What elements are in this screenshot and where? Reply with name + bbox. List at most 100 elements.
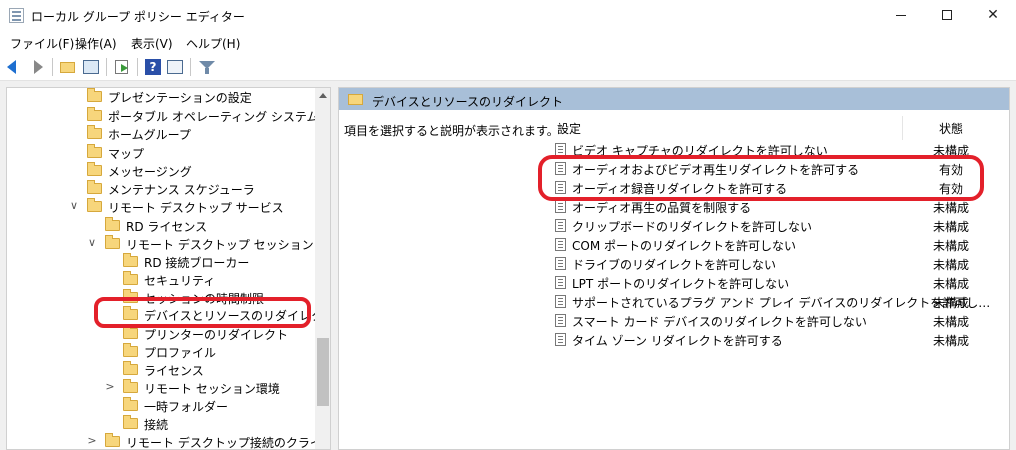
policy-row[interactable]: オーディオ録音リダイレクトを許可する 有効 <box>555 178 1005 197</box>
policy-setting-icon <box>555 162 566 175</box>
column-state[interactable]: 状態 <box>939 120 963 137</box>
policy-row[interactable]: LPT ポートのリダイレクトを許可しない 未構成 <box>555 273 1005 292</box>
show-hide-tree-button[interactable] <box>82 58 100 76</box>
policy-row[interactable]: クリップボードのリダイレクトを許可しない 未構成 <box>555 216 1005 235</box>
column-divider[interactable] <box>902 116 903 140</box>
folder-icon <box>105 217 120 231</box>
policy-setting-icon <box>555 219 566 232</box>
filter-button[interactable] <box>198 58 216 76</box>
policy-name: サポートされているプラグ アンド プレイ デバイスのリダイレクトを許可し… <box>572 296 991 310</box>
expand-icon[interactable]: > <box>87 434 97 447</box>
policy-name: ドライブのリダイレクトを許可しない <box>572 258 777 272</box>
tree-item[interactable]: プレゼンテーションの設定 <box>7 88 315 106</box>
maximize-button[interactable] <box>924 0 970 31</box>
policy-name: オーディオおよびビデオ再生リダイレクトを許可する <box>572 163 860 177</box>
policy-setting-icon <box>555 238 566 251</box>
menu-action[interactable]: 操作(A) <box>75 35 117 52</box>
tree-item[interactable]: ホームグループ <box>7 125 315 143</box>
up-folder-icon <box>60 62 75 73</box>
tree-item-label: 接続 <box>144 418 169 432</box>
column-setting[interactable]: 設定 <box>557 120 581 137</box>
show-hide-tree-icon <box>83 60 99 74</box>
policy-row[interactable]: タイム ゾーン リダイレクトを許可する 未構成 <box>555 330 1005 349</box>
tree-pane[interactable]: プレゼンテーションの設定 ポータブル オペレーティング システム ホームグループ… <box>6 87 331 450</box>
policy-row[interactable]: スマート カード デバイスのリダイレクトを許可しない 未構成 <box>555 311 1005 330</box>
scroll-up-icon[interactable] <box>319 93 327 98</box>
policy-row[interactable]: ビデオ キャプチャのリダイレクトを許可しない 未構成 <box>555 140 1005 159</box>
expand-icon[interactable]: ∨ <box>69 199 79 212</box>
policy-row[interactable]: COM ポートのリダイレクトを許可しない 未構成 <box>555 235 1005 254</box>
filter-stem <box>205 68 209 74</box>
tree-item-label: プロファイル <box>144 346 217 360</box>
folder-icon <box>123 271 138 285</box>
policy-setting-icon <box>555 257 566 270</box>
tree-item[interactable]: > リモート セッション環境 <box>7 379 315 397</box>
tree-item-label: デバイスとリソースのリダイレクト <box>144 309 331 323</box>
menu-file[interactable]: ファイル(F) <box>10 35 74 52</box>
policy-row[interactable]: オーディオおよびビデオ再生リダイレクトを許可する 有効 <box>555 159 1005 178</box>
extended-view-button[interactable] <box>166 58 184 76</box>
policy-state: 未構成 <box>933 201 970 215</box>
tree-item[interactable]: プリンターのリダイレクト <box>7 325 315 343</box>
toolbar-separator <box>106 58 107 76</box>
tree-item-label: RD ライセンス <box>126 220 208 234</box>
tree-item[interactable]: セッションの時間制限 <box>7 289 315 307</box>
policy-row[interactable]: オーディオ再生の品質を制限する 未構成 <box>555 197 1005 216</box>
policy-state: 未構成 <box>933 144 970 158</box>
folder-icon <box>123 306 138 320</box>
folder-icon <box>123 289 138 303</box>
tree-item[interactable]: メンテナンス スケジューラ <box>7 180 315 198</box>
folder-icon <box>87 144 102 158</box>
policy-name: LPT ポートのリダイレクトを許可しない <box>572 277 790 291</box>
close-icon: ✕ <box>987 7 999 23</box>
folder-icon <box>123 325 138 339</box>
tree-item[interactable]: ポータブル オペレーティング システム <box>7 107 319 125</box>
help-button[interactable]: ? <box>144 58 162 76</box>
tree-item-label: ポータブル オペレーティング システム <box>108 110 319 124</box>
policy-state: 未構成 <box>933 220 970 234</box>
scroll-thumb[interactable] <box>317 338 329 406</box>
policy-setting-icon <box>555 333 566 346</box>
close-button[interactable]: ✕ <box>970 0 1016 31</box>
tree-item[interactable]: マップ <box>7 144 315 162</box>
menu-view[interactable]: 表示(V) <box>131 35 173 52</box>
tree-item[interactable]: ライセンス <box>7 361 315 379</box>
folder-icon <box>123 397 138 411</box>
tree-item-selected[interactable]: デバイスとリソースのリダイレクト <box>7 306 330 324</box>
forward-icon <box>34 60 43 74</box>
maximize-icon <box>942 10 952 20</box>
policy-row[interactable]: サポートされているプラグ アンド プレイ デバイスのリダイレクトを許可し… 未構成 <box>555 292 1005 311</box>
tree-item[interactable]: 接続 <box>7 415 315 433</box>
tree-item[interactable]: セキュリティ <box>7 271 315 289</box>
policy-setting-icon <box>555 200 566 213</box>
tree-item[interactable]: ∨ リモート デスクトップ サービス <box>7 198 315 216</box>
export-list-button[interactable] <box>113 58 131 76</box>
folder-icon <box>348 94 363 105</box>
tree-item-label: プリンターのリダイレクト <box>144 328 289 342</box>
tree-item[interactable]: RD ライセンス <box>7 217 315 235</box>
tree-item[interactable]: > リモート デスクトップ接続のクライアント <box>7 433 330 449</box>
minimize-button[interactable] <box>878 0 924 31</box>
policy-editor-icon <box>9 8 24 23</box>
expand-icon[interactable]: ∨ <box>87 236 97 249</box>
tree-item[interactable]: プロファイル <box>7 343 315 361</box>
tree-item[interactable]: RD 接続ブローカー <box>7 253 315 271</box>
policy-setting-icon <box>555 314 566 327</box>
tree-scrollbar[interactable] <box>315 88 330 449</box>
forward-button[interactable] <box>28 58 46 76</box>
policy-state: 未構成 <box>933 334 970 348</box>
expand-icon[interactable]: > <box>105 380 115 393</box>
title-bar: ローカル グループ ポリシー エディター ✕ <box>0 0 1016 31</box>
policy-row[interactable]: ドライブのリダイレクトを許可しない 未構成 <box>555 254 1005 273</box>
tree-item[interactable]: メッセージング <box>7 162 315 180</box>
tree-item[interactable]: ∨ リモート デスクトップ セッション ホスト <box>7 235 330 253</box>
up-folder-button[interactable] <box>59 58 77 76</box>
tree-item[interactable]: 一時フォルダー <box>7 397 315 415</box>
menu-help[interactable]: ヘルプ(H) <box>186 35 240 52</box>
folder-icon <box>87 198 102 212</box>
policy-state: 未構成 <box>933 315 970 329</box>
policy-state: 未構成 <box>933 239 970 253</box>
back-button[interactable] <box>6 58 24 76</box>
help-icon: ? <box>145 59 161 75</box>
policy-state: 未構成 <box>933 296 970 310</box>
